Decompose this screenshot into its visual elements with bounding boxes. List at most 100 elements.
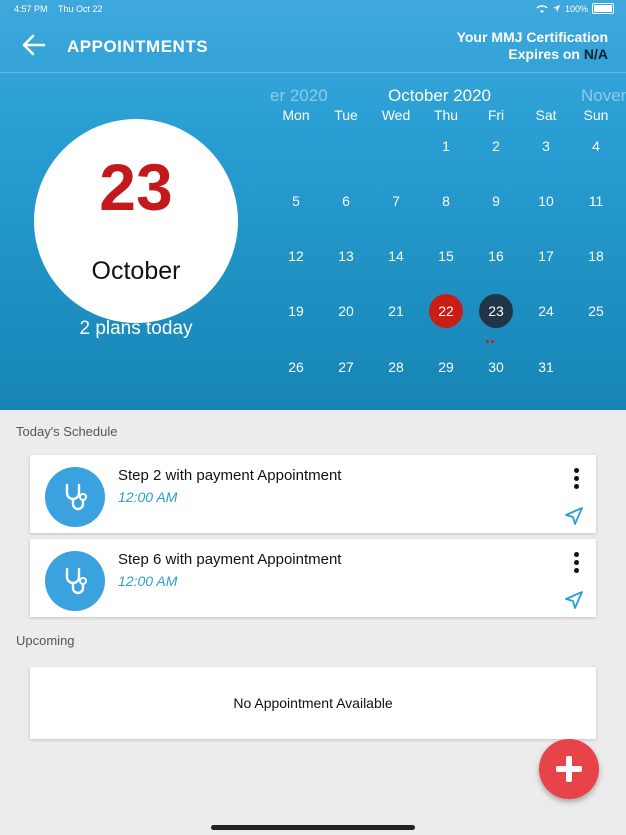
calendar-day[interactable]: 6 [321, 193, 371, 209]
calendar-day[interactable]: 21 [371, 303, 421, 319]
calendar-day-number: 31 [538, 359, 554, 375]
calendar-day[interactable]: 25 [571, 303, 621, 319]
cert-expiry-value: N/A [583, 46, 608, 62]
calendar-day[interactable]: 30 [471, 359, 521, 375]
todays-schedule-heading: Today's Schedule [16, 424, 118, 439]
calendar-day[interactable]: 13 [321, 248, 371, 264]
plans-count: 2 plans today [79, 318, 193, 339]
calendar-day[interactable]: 11 [571, 193, 621, 209]
stethoscope-icon [45, 467, 105, 527]
page-title: APPOINTMENTS [67, 37, 209, 56]
calendar-day-number: 25 [588, 303, 604, 319]
calendar-day[interactable]: 3 [521, 138, 571, 154]
calendar-day-number: 16 [488, 248, 504, 264]
calendar-day[interactable]: 4 [571, 138, 621, 154]
weekday-header: Mon [282, 107, 310, 123]
weekday-header: Fri [487, 107, 505, 123]
calendar-day[interactable]: 22 [421, 294, 471, 328]
calendar-day-number: 22 [429, 294, 463, 328]
calendar-day-number: 6 [342, 193, 350, 209]
certification-expiry: Your MMJ Certification Expires on N/A [457, 29, 608, 63]
calendar-header-panel: 4:57 PM Thu Oct 22 100% APPOINTMENTS You… [0, 0, 626, 410]
next-month-label[interactable]: Novemb [581, 86, 626, 106]
stethoscope-icon [45, 551, 105, 611]
calendar-day-number: 13 [338, 248, 354, 264]
calendar-day-number: 24 [538, 303, 554, 319]
calendar-day[interactable]: 14 [371, 248, 421, 264]
calendar-day-number: 26 [288, 359, 304, 375]
calendar-day-number: 30 [488, 359, 504, 375]
calendar-day-number: 28 [388, 359, 404, 375]
selected-month-name: October [91, 257, 181, 285]
calendar-day[interactable]: 18 [571, 248, 621, 264]
status-date: Thu Oct 22 [58, 4, 103, 14]
calendar-day[interactable]: 12 [271, 248, 321, 264]
calendar-day[interactable]: 17 [521, 248, 571, 264]
calendar-day-number: 7 [392, 193, 400, 209]
status-time: 4:57 PM [14, 4, 48, 14]
current-month-label: October 2020 [388, 86, 492, 105]
appointment-time: 12:00 AM [118, 573, 178, 589]
more-options-icon[interactable] [572, 468, 580, 492]
calendar-day[interactable]: 26 [271, 359, 321, 375]
calendar-day[interactable]: 19 [271, 303, 321, 319]
calendar-day-number: 29 [438, 359, 454, 375]
event-dots [486, 330, 504, 343]
calendar-day[interactable]: 10 [521, 193, 571, 209]
calendar-day[interactable]: 28 [371, 359, 421, 375]
calendar-day[interactable]: 16 [471, 248, 521, 264]
weekday-header: Thu [433, 107, 459, 123]
calendar-day[interactable]: 2 [471, 138, 521, 154]
calendar-day-number: 17 [538, 248, 554, 264]
calendar-day[interactable]: 23 [471, 294, 521, 328]
navigate-icon[interactable] [564, 506, 584, 526]
weekday-header: Sat [535, 107, 557, 123]
selected-date-circle: 23 October [34, 119, 238, 323]
calendar-day-number: 5 [292, 193, 300, 209]
calendar-day-number: 14 [388, 248, 404, 264]
calendar-day[interactable]: 9 [471, 193, 521, 209]
more-options-icon[interactable] [572, 552, 580, 576]
calendar-day-number: 20 [338, 303, 354, 319]
location-icon [552, 4, 561, 13]
calendar-day[interactable]: 31 [521, 359, 571, 375]
upcoming-heading: Upcoming [16, 633, 75, 648]
previous-month-label[interactable]: er 2020 [270, 86, 328, 106]
calendar-day-number: 19 [288, 303, 304, 319]
calendar-day-number: 18 [588, 248, 604, 264]
calendar-day-number: 4 [592, 138, 600, 154]
wifi-icon [536, 4, 548, 13]
calendar-day[interactable]: 20 [321, 303, 371, 319]
weekday-header: Wed [381, 107, 411, 123]
appointment-time: 12:00 AM [118, 489, 178, 505]
calendar-day[interactable]: 8 [421, 193, 471, 209]
navigate-icon[interactable] [564, 590, 584, 610]
home-indicator [211, 825, 415, 830]
calendar-day[interactable]: 1 [421, 138, 471, 154]
add-appointment-button[interactable] [539, 739, 599, 799]
appointment-title: Step 2 with payment Appointment [118, 467, 342, 484]
calendar-day[interactable]: 5 [271, 193, 321, 209]
calendar-day[interactable]: 7 [371, 193, 421, 209]
cert-line-2: Expires on [508, 46, 584, 62]
app-header: APPOINTMENTS Your MMJ Certification Expi… [0, 18, 626, 73]
appointment-title: Step 6 with payment Appointment [118, 551, 342, 568]
appointment-card[interactable]: Step 6 with payment Appointment 12:00 AM [30, 539, 596, 617]
calendar-day-number: 10 [538, 193, 554, 209]
month-calendar: er 2020 October 2020 Novemb Mon Tue Wed Thu… [270, 80, 626, 400]
calendar-day-number: 21 [388, 303, 404, 319]
calendar-day-number: 9 [492, 193, 500, 209]
cert-line-1: Your MMJ Certification [456, 29, 608, 45]
calendar-day-number: 3 [542, 138, 550, 154]
selected-day-number: 23 [99, 150, 173, 224]
battery-icon [592, 3, 614, 14]
calendar-day[interactable]: 29 [421, 359, 471, 375]
upcoming-empty-state: No Appointment Available [30, 667, 596, 739]
calendar-day[interactable]: 27 [321, 359, 371, 375]
appointment-card[interactable]: Step 2 with payment Appointment 12:00 AM [30, 455, 596, 533]
calendar-day[interactable]: 15 [421, 248, 471, 264]
back-arrow-icon[interactable] [20, 31, 48, 59]
calendar-day[interactable]: 24 [521, 303, 571, 319]
month-pager[interactable]: er 2020 October 2020 Novemb [270, 86, 626, 106]
calendar-day-number: 12 [288, 248, 304, 264]
